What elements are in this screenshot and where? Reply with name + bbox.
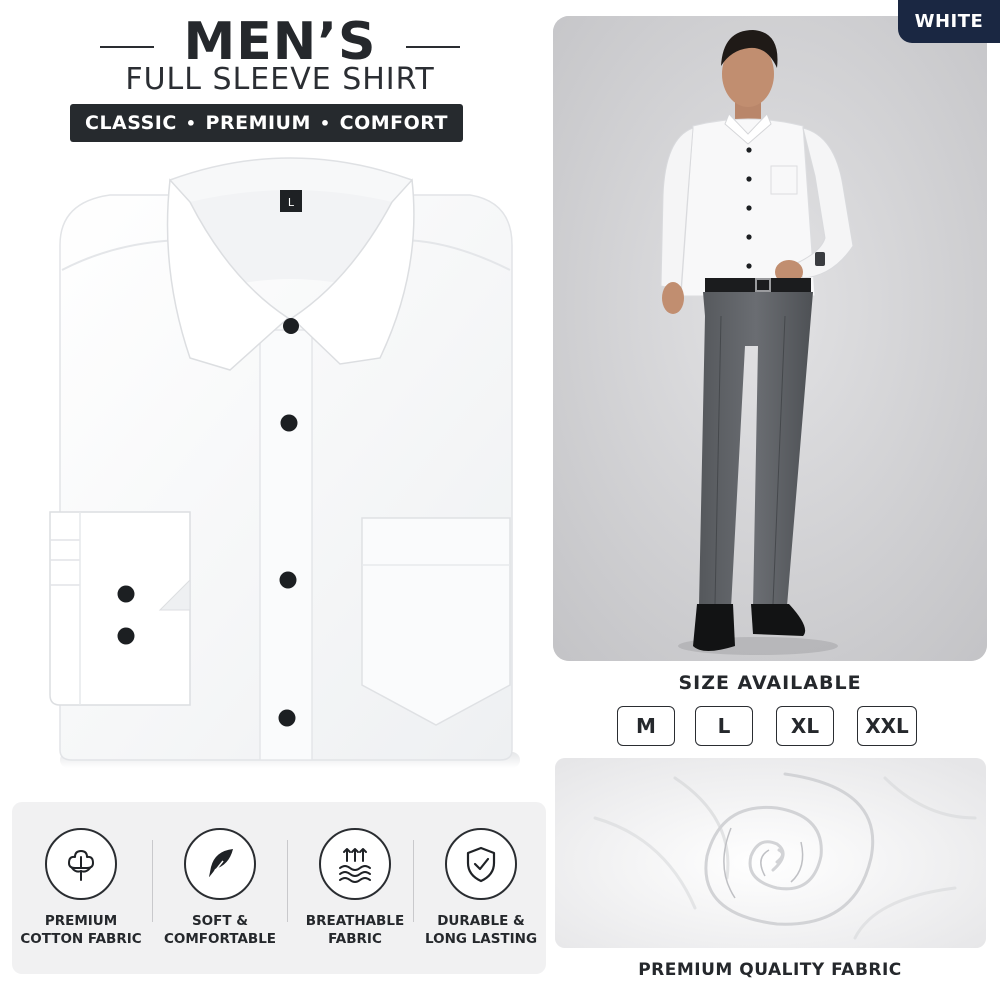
collar-size-label: L	[288, 196, 295, 209]
breathable-waves-icon	[339, 848, 371, 883]
feature-icon-badge	[184, 828, 256, 900]
feature-label: PREMIUM COTTON FABRIC	[8, 912, 154, 948]
feature-label-line2: LONG LASTING	[424, 931, 538, 947]
feather-icon	[206, 849, 233, 882]
feature-label-line1: DURABLE &	[437, 913, 525, 929]
shield-check-icon	[466, 846, 496, 883]
feature-label-line1: BREATHABLE	[305, 913, 405, 929]
tag-classic: CLASSIC	[85, 112, 177, 134]
size-section-title: SIZE AVAILABLE	[678, 672, 862, 694]
title-row: MEN’S	[100, 6, 460, 72]
size-option-m[interactable]: M	[617, 706, 675, 746]
tag-separator: •	[319, 113, 331, 133]
folded-shirt-image: L	[40, 140, 540, 780]
feature-icon-badge	[45, 828, 117, 900]
cotton-flower-icon	[68, 850, 94, 881]
feature-label: SOFT & COMFORTABLE	[147, 912, 293, 948]
tag-bar: CLASSIC • PREMIUM • COMFORT	[70, 104, 463, 142]
feature-durable: DURABLE & LONG LASTING	[414, 802, 548, 974]
feature-soft-comfortable: SOFT & COMFORTABLE	[153, 802, 287, 974]
size-option-xl[interactable]: XL	[776, 706, 834, 746]
feature-icon-badge	[319, 828, 391, 900]
size-options: M L XL XXL	[617, 706, 917, 746]
fabric-caption: PREMIUM QUALITY FABRIC	[638, 960, 902, 980]
feature-label-line1: PREMIUM	[44, 913, 118, 929]
size-option-xxl[interactable]: XXL	[857, 706, 917, 746]
model-photo	[553, 16, 987, 661]
model-wearing-shirt-illustration	[553, 16, 987, 661]
title-rule-right	[406, 46, 460, 48]
feature-label: BREATHABLE FABRIC	[282, 912, 428, 948]
size-option-l[interactable]: L	[695, 706, 753, 746]
feature-label-line1: SOFT &	[191, 913, 249, 929]
feature-premium-cotton: PREMIUM COTTON FABRIC	[14, 802, 148, 974]
feature-label-line2: COTTON FABRIC	[20, 931, 142, 947]
fabric-swirl-illustration	[555, 758, 986, 948]
feature-breathable: BREATHABLE FABRIC	[288, 802, 422, 974]
folded-shirt-illustration: L	[49, 157, 520, 768]
feature-label-line2: FABRIC	[328, 931, 382, 947]
feature-label: DURABLE & LONG LASTING	[408, 912, 554, 948]
color-badge: WHITE	[898, 0, 1000, 43]
features-panel: PREMIUM COTTON FABRIC SOFT & COMFORTABLE	[12, 802, 546, 974]
tag-comfort: COMFORT	[339, 112, 448, 134]
tag-premium: PREMIUM	[205, 112, 311, 134]
feature-label-line2: COMFORTABLE	[163, 931, 277, 947]
page-subtitle: FULL SLEEVE SHIRT	[125, 62, 435, 97]
fabric-closeup-image	[555, 758, 986, 948]
feature-icon-badge	[445, 828, 517, 900]
tag-separator: •	[185, 113, 197, 133]
